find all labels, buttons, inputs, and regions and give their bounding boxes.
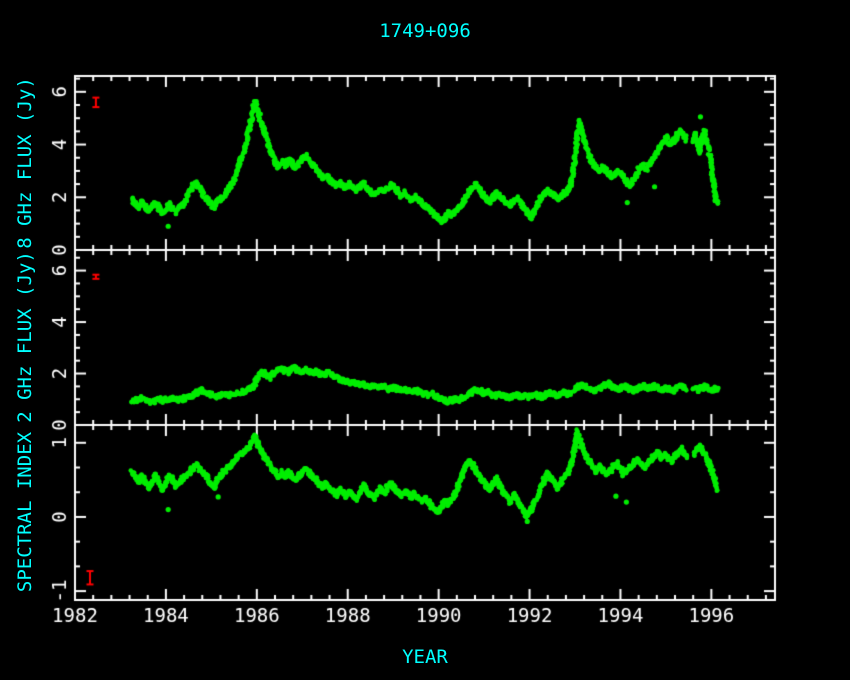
plot-root: 1749+096 8 GHz FLUX (Jy) 2 GHz FLUX (Jy)… [0,0,850,680]
y-axis-label-8ghz-flux: 8 GHz FLUX (Jy) [14,77,36,249]
plot-title: 1749+096 [379,20,471,42]
y-axis-label-spectral-index: SPECTRAL INDEX [14,432,36,592]
y-axis-label-2ghz-flux: 2 GHz FLUX (Jy) [14,251,36,423]
light-curve-canvas [0,0,850,680]
x-axis-label: YEAR [402,646,448,668]
